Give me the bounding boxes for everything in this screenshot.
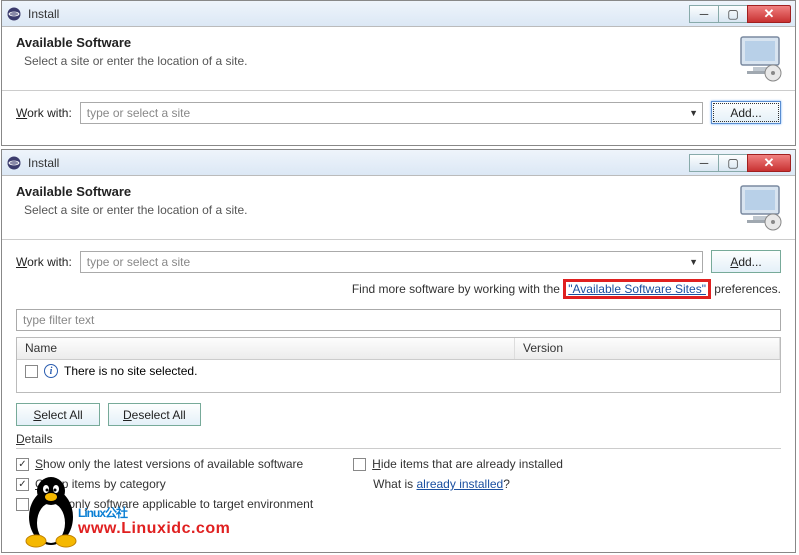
add-button[interactable]: Add...: [711, 250, 781, 273]
available-sites-link[interactable]: "Available Software Sites": [568, 282, 706, 296]
close-button[interactable]: ✕: [747, 5, 791, 23]
install-image-icon: [735, 33, 785, 83]
show-latest-checkbox[interactable]: ✓ Show only the latest versions of avail…: [16, 457, 313, 471]
install-image-icon: [735, 182, 785, 232]
highlight-box: "Available Software Sites": [563, 279, 711, 299]
work-with-combo[interactable]: type or select a site ▼: [80, 102, 703, 124]
minimize-button[interactable]: ─: [689, 154, 719, 172]
banner: Available Software Select a site or ente…: [2, 176, 795, 240]
minimize-button[interactable]: ─: [689, 5, 719, 23]
add-button[interactable]: Add...: [711, 101, 781, 124]
options-left: ✓ Show only the latest versions of avail…: [16, 457, 313, 511]
info-icon: i: [44, 364, 58, 378]
titlebar[interactable]: Install ─ ▢ ✕: [2, 150, 795, 176]
window-buttons: ─ ▢ ✕: [690, 154, 791, 172]
applicable-checkbox[interactable]: Show only software applicable to target …: [16, 497, 313, 511]
col-version[interactable]: Version: [515, 338, 780, 359]
work-with-label: Work with:: [16, 106, 72, 120]
banner-subtitle: Select a site or enter the location of a…: [24, 203, 781, 217]
maximize-button[interactable]: ▢: [718, 5, 748, 23]
selection-buttons: Select All Deselect All: [16, 403, 781, 426]
options-area: ✓ Show only the latest versions of avail…: [16, 457, 781, 511]
banner-subtitle: Select a site or enter the location of a…: [24, 54, 781, 68]
body: Work with: type or select a site ▼ Add..…: [2, 91, 795, 140]
row-checkbox[interactable]: [25, 365, 38, 378]
deselect-all-button[interactable]: Deselect All: [108, 403, 201, 426]
hide-installed-checkbox[interactable]: Hide items that are already installed: [353, 457, 563, 471]
already-installed-link[interactable]: already installed: [417, 477, 504, 491]
eclipse-icon: [6, 6, 22, 22]
close-button[interactable]: ✕: [747, 154, 791, 172]
col-name[interactable]: Name: [17, 338, 515, 359]
select-all-button[interactable]: Select All: [16, 403, 100, 426]
table-row: i There is no site selected.: [17, 360, 780, 382]
banner-title: Available Software: [16, 35, 781, 50]
body: Work with: type or select a site ▼ Add..…: [2, 240, 795, 521]
titlebar[interactable]: Install ─ ▢ ✕: [2, 1, 795, 27]
window-title: Install: [28, 7, 690, 21]
no-site-message: There is no site selected.: [64, 364, 197, 378]
work-with-label: Work with:: [16, 255, 72, 269]
work-with-row: Work with: type or select a site ▼ Add..…: [16, 250, 781, 273]
chevron-down-icon: ▼: [689, 257, 698, 267]
group-by-category-checkbox[interactable]: ✓ Group items by category: [16, 477, 313, 491]
work-with-combo[interactable]: type or select a site ▼: [80, 251, 703, 273]
table-header: Name Version: [17, 338, 780, 360]
banner-title: Available Software: [16, 184, 781, 199]
find-more-text: Find more software by working with the "…: [16, 279, 781, 299]
work-with-row: Work with: type or select a site ▼ Add..…: [16, 101, 781, 124]
eclipse-icon: [6, 155, 22, 171]
software-table[interactable]: Name Version i There is no site selected…: [16, 337, 781, 393]
banner: Available Software Select a site or ente…: [2, 27, 795, 91]
maximize-button[interactable]: ▢: [718, 154, 748, 172]
filter-input[interactable]: type filter text: [16, 309, 781, 331]
chevron-down-icon: ▼: [689, 108, 698, 118]
details-header: Details: [16, 432, 781, 446]
window-buttons: ─ ▢ ✕: [690, 5, 791, 23]
window-title: Install: [28, 156, 690, 170]
what-is-installed: What is already installed?: [373, 477, 563, 491]
divider: [16, 448, 781, 449]
install-window-1: Install ─ ▢ ✕ Available Software Select …: [1, 0, 796, 146]
install-window-2: Install ─ ▢ ✕ Available Software Select …: [1, 149, 796, 553]
options-right: Hide items that are already installed Wh…: [353, 457, 563, 511]
